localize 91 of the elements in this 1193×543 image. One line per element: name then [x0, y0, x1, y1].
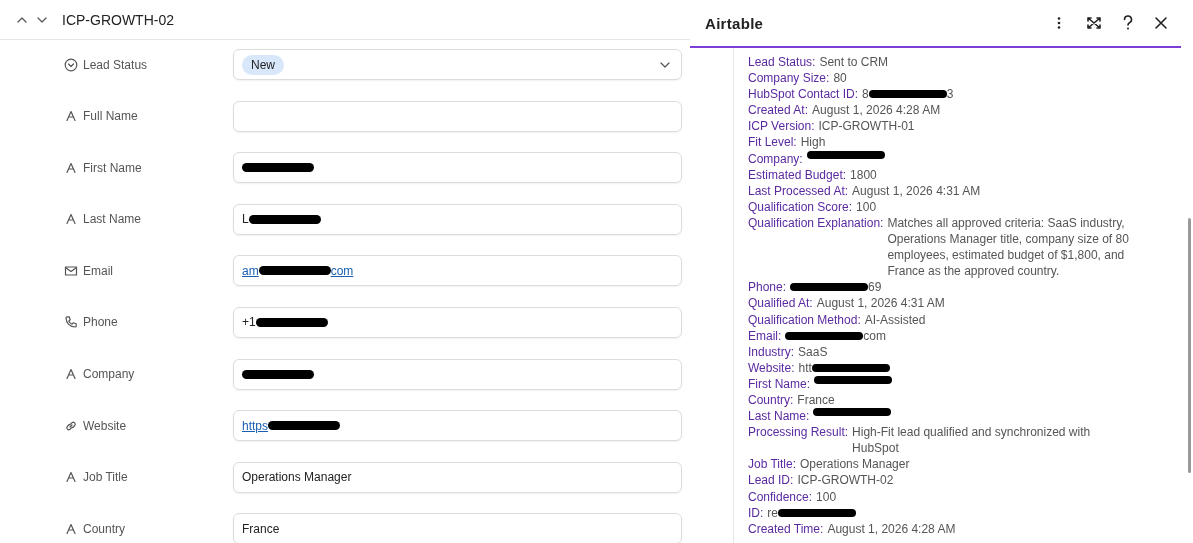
input-field[interactable]: +1: [233, 306, 682, 338]
field-label: Country: [83, 521, 126, 536]
text-type-icon: [64, 521, 78, 536]
property-label: Estimated Budget:: [748, 166, 847, 183]
property-value: High: [800, 134, 826, 151]
property-label: Created Time:: [748, 520, 824, 537]
property-value: France: [797, 391, 835, 409]
property-label: Qualification Explanation:: [748, 214, 884, 232]
property-label: Job Title:: [748, 456, 797, 473]
property-value: 1800: [850, 166, 877, 183]
property-label: First Name:: [748, 375, 810, 392]
text-type-icon: [64, 212, 78, 227]
text-type-icon: [64, 109, 78, 124]
property-value: August 1, 2026 4:31 AM: [852, 182, 981, 199]
field-label: Company: [83, 367, 135, 382]
property-label: Lead ID:: [748, 472, 794, 489]
field-label: Website: [83, 418, 127, 433]
property-value: August 1, 2026 4:31 AM: [816, 295, 945, 312]
field-label: Full Name: [83, 109, 138, 124]
phone-icon: [64, 315, 78, 330]
select-field[interactable]: New: [233, 49, 682, 80]
property-value: Sent to CRM: [819, 54, 889, 71]
property-label: Confidence:: [748, 488, 813, 505]
field-label: Lead Status: [83, 57, 148, 72]
property-value: com: [863, 327, 886, 344]
field-label: Last Name: [83, 212, 142, 227]
link-text[interactable]: https: [242, 418, 268, 433]
property-label: ID:: [748, 504, 764, 521]
property-label: Phone:: [748, 279, 787, 296]
input-field[interactable]: am com: [233, 255, 682, 287]
input-field[interactable]: [233, 152, 682, 184]
property-value: 100: [816, 488, 837, 505]
property-value: August 1, 2026 4:28 AM: [812, 102, 941, 119]
property-value: AI-Assisted: [864, 311, 926, 328]
text-type-icon: [64, 470, 78, 485]
expand-icon[interactable]: [1086, 16, 1102, 30]
property-label: Email:: [748, 327, 782, 344]
panel-title: Airtable: [705, 14, 764, 32]
property-label: HubSpot Contact ID:: [748, 86, 859, 103]
property-label: Qualification Score:: [748, 198, 853, 215]
property-value: 3: [946, 86, 954, 103]
dropdown-circle-icon: [64, 57, 78, 72]
field-label: First Name: [83, 160, 142, 175]
property-label: Industry:: [748, 343, 795, 360]
property-label: Company:: [748, 150, 803, 167]
status-tag: New: [242, 54, 284, 75]
property-value: htt: [798, 359, 812, 376]
property-value: Matches all approved criteria: SaaS industry, Operations Manager title, company size of 80 employees, estimated budget of $1,800, and France as the approved country.: [887, 215, 1129, 279]
input-field[interactable]: [233, 100, 682, 132]
property-label: Qualification Method:: [748, 311, 861, 328]
property-value: High-Fit lead qualified and synchronized with HubSpot: [852, 425, 1091, 456]
input-field[interactable]: https: [233, 410, 682, 442]
field-value: L: [242, 212, 249, 227]
property-label: Country:: [748, 391, 794, 409]
property-value: SaaS: [798, 343, 828, 360]
link-text[interactable]: am: [242, 263, 259, 278]
record-title: ICP-GROWTH-02: [62, 11, 174, 28]
close-icon[interactable]: [1154, 16, 1168, 30]
envelope-icon: [64, 263, 78, 278]
input-field[interactable]: [233, 358, 682, 390]
field-value: Operations Manager: [242, 470, 352, 485]
property-value: 80: [833, 70, 847, 87]
property-value: 69: [868, 279, 882, 296]
text-type-icon: [64, 160, 78, 175]
property-label: Lead Status:: [748, 54, 816, 71]
help-icon[interactable]: [1122, 15, 1134, 31]
property-label: Company Size:: [748, 70, 830, 87]
input-field[interactable]: Operations Manager: [233, 461, 682, 493]
property-label: Fit Level:: [748, 134, 797, 151]
text-type-icon: [64, 367, 78, 382]
field-label: Email: [83, 263, 113, 278]
property-label: Website:: [748, 359, 795, 376]
property-label: Created At:: [748, 102, 809, 119]
property-label: Last Name:: [748, 408, 810, 425]
field-label: Phone: [83, 315, 118, 330]
property-label: ICP Version:: [748, 118, 815, 135]
field-value: France: [242, 521, 280, 536]
property-label: Processing Result:: [748, 424, 849, 442]
input-field[interactable]: L: [233, 203, 682, 235]
property-value: Operations Manager: [800, 456, 910, 473]
property-value: 8: [862, 86, 869, 103]
field-label: Job Title: [83, 470, 128, 485]
property-value: August 1, 2026 4:28 AM: [827, 520, 956, 537]
property-label: Last Processed At:: [748, 182, 849, 199]
property-value: 100: [856, 198, 877, 215]
link-text[interactable]: com: [330, 263, 354, 278]
field-value: +1: [242, 315, 256, 330]
property-label: Qualified At:: [748, 295, 813, 312]
property-value: ICP-GROWTH-01: [818, 118, 915, 135]
property-value: re: [767, 504, 778, 521]
property-value: ICP-GROWTH-02: [797, 472, 894, 489]
